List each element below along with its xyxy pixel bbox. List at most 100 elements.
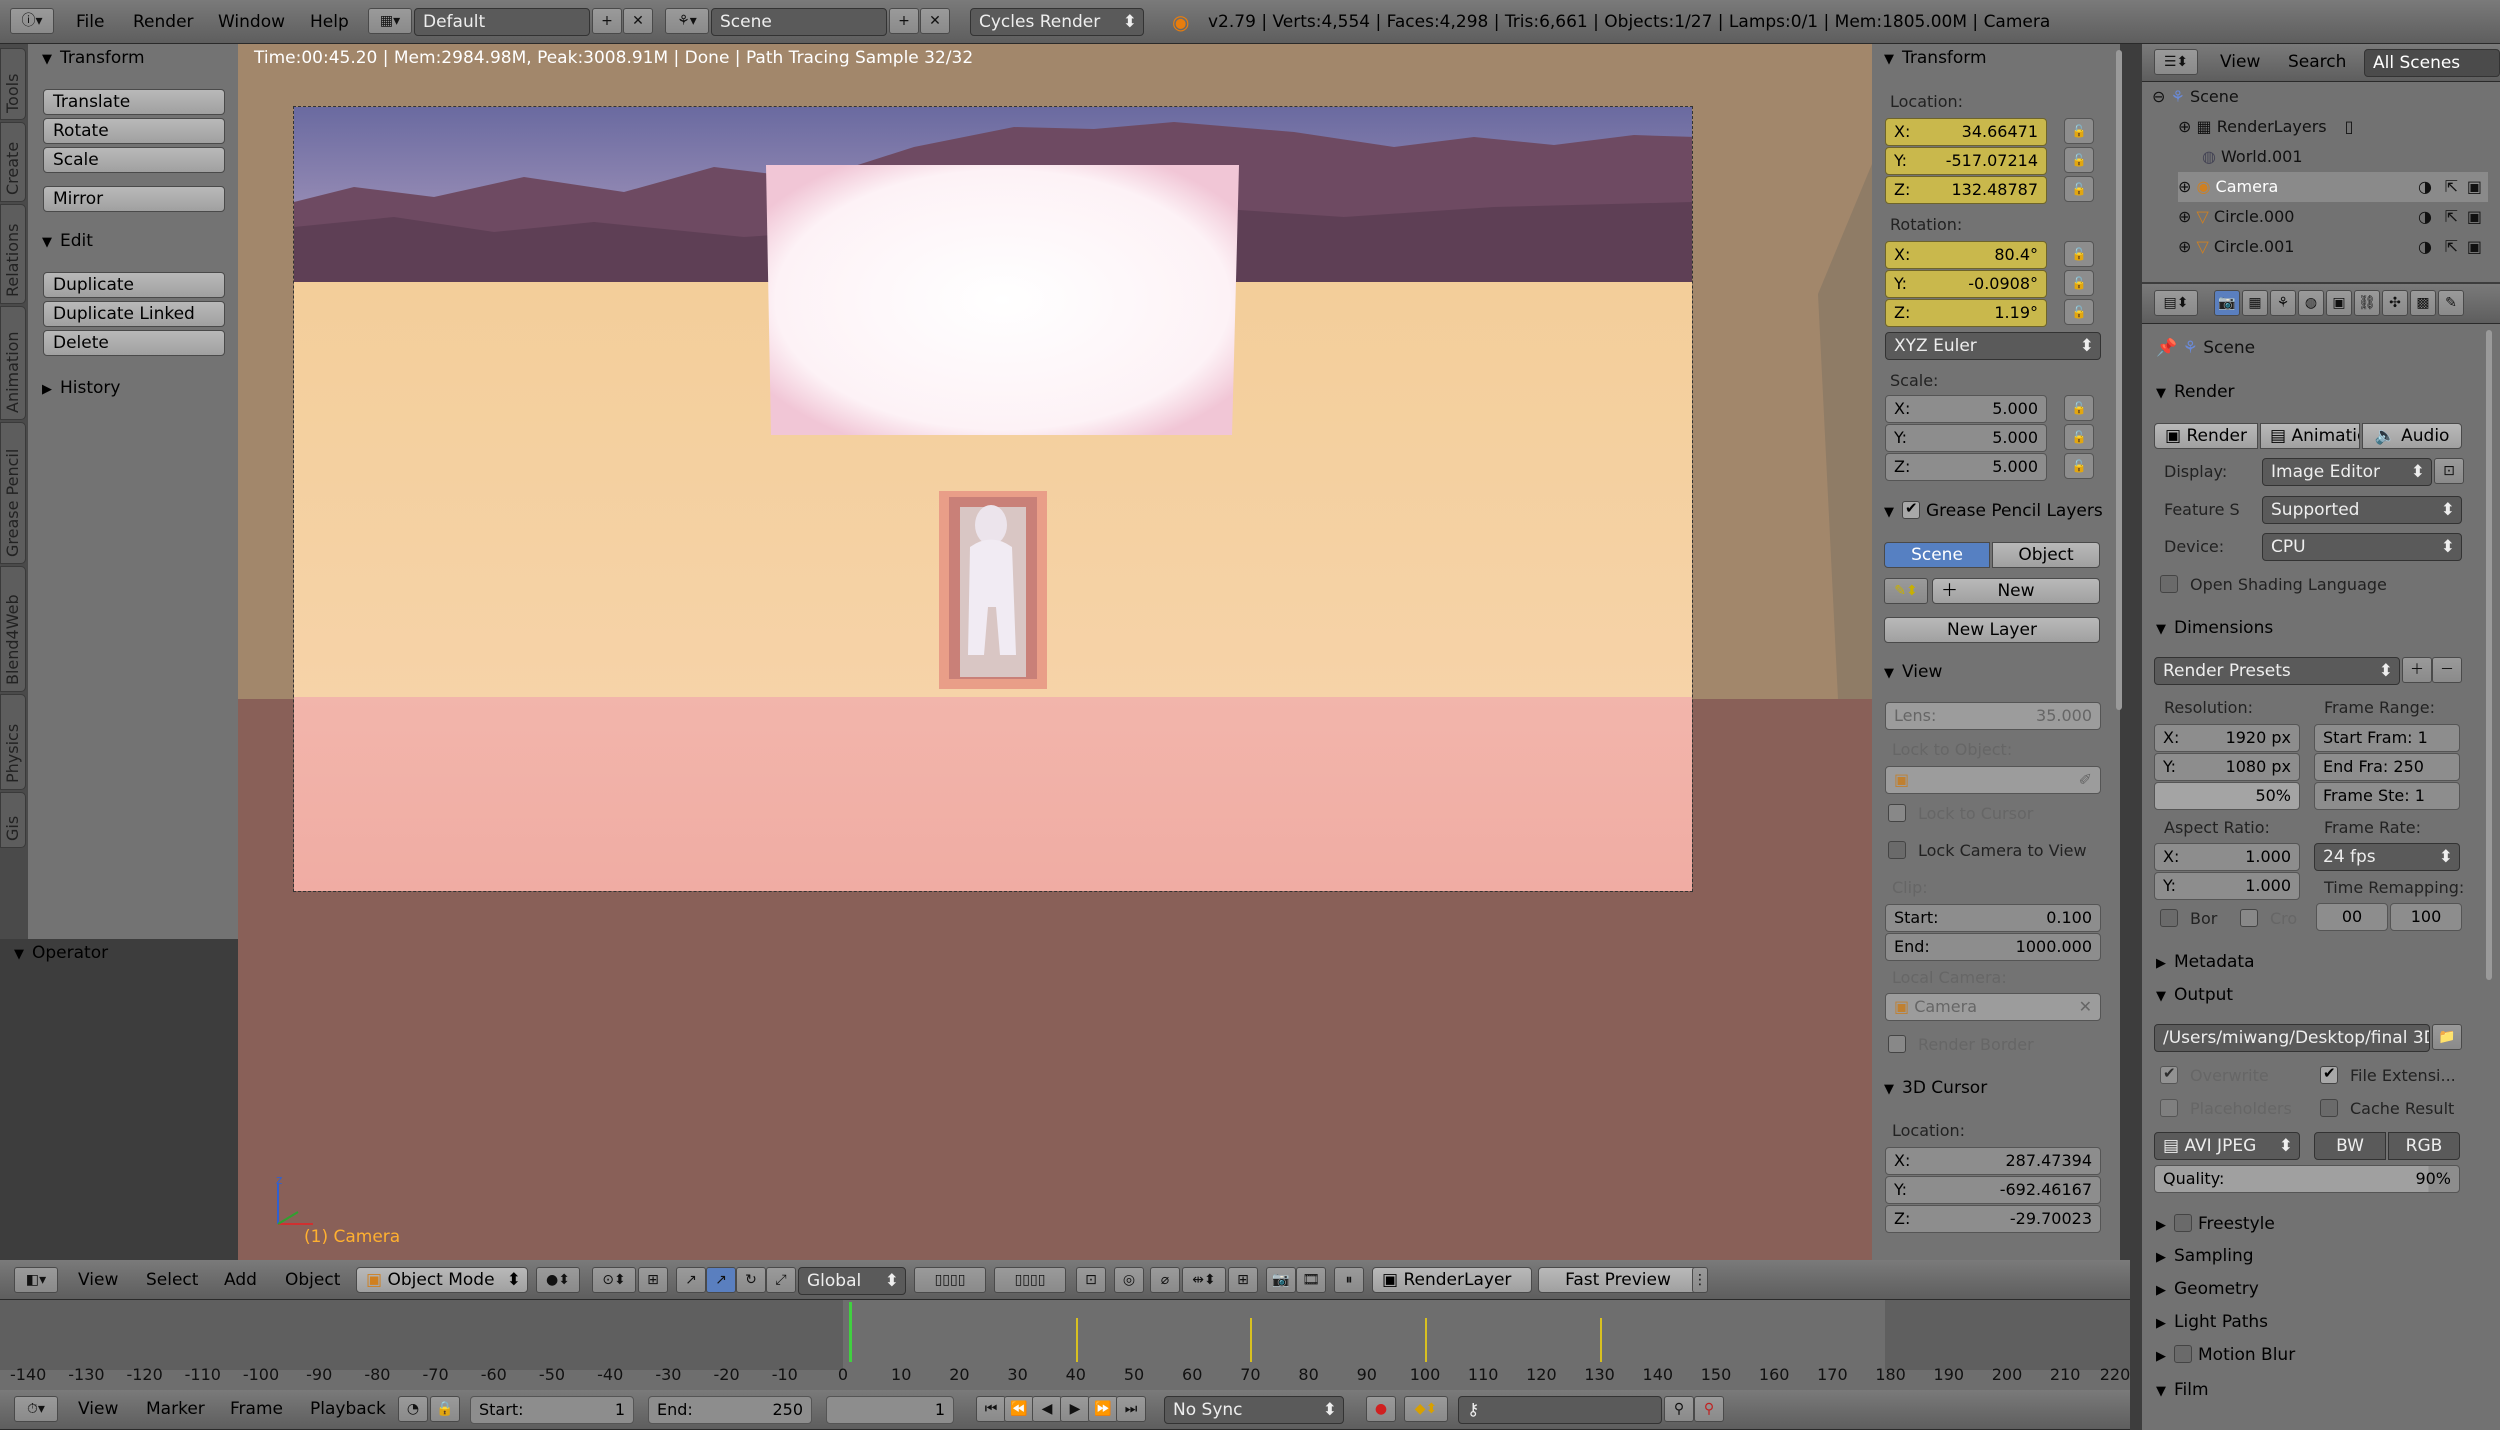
motion-blur-checkbox[interactable] bbox=[2174, 1345, 2192, 1363]
render-layer-field[interactable]: ▣ RenderLayer bbox=[1372, 1267, 1532, 1293]
aspect-y-field[interactable]: Y: 1.000 bbox=[2154, 872, 2300, 900]
animation-button[interactable]: ▤ Animation bbox=[2260, 423, 2360, 449]
display-options-icon[interactable]: ⊡ bbox=[2434, 458, 2464, 484]
constraints-tab-icon[interactable]: ⛓ bbox=[2354, 290, 2380, 316]
play-reverse-icon[interactable]: ◀ bbox=[1032, 1396, 1062, 1422]
tab-physics[interactable]: Physics bbox=[0, 694, 26, 790]
tab-blend4web[interactable]: Blend4Web bbox=[0, 566, 26, 692]
freestyle-panel-header[interactable]: ▶ Freestyle bbox=[2156, 1214, 2275, 1234]
cursor-y-field[interactable]: Y: -692.46167 bbox=[1885, 1176, 2101, 1204]
insert-key-icon[interactable]: ⚲ bbox=[1664, 1396, 1694, 1422]
outliner-row-circle001[interactable]: ⊕ ▽ Circle.001 ◑ ⇱ ▣ bbox=[2178, 232, 2488, 262]
timeline-menu-marker[interactable]: Marker bbox=[146, 1395, 205, 1423]
translate-button[interactable]: Translate bbox=[43, 89, 225, 115]
manipulator-icon[interactable]: ⊞ bbox=[638, 1267, 668, 1293]
cursor-panel-header[interactable]: ▼ 3D Cursor bbox=[1884, 1078, 1987, 1098]
film-panel-header[interactable]: ▼ Film bbox=[2156, 1380, 2209, 1400]
pin-icon[interactable]: 📌 bbox=[2156, 338, 2183, 358]
rotation-y-field[interactable]: Y: -0.0908° bbox=[1885, 270, 2047, 298]
editor-type-icon[interactable]: ◧▾ bbox=[14, 1267, 58, 1293]
border-checkbox[interactable] bbox=[2160, 909, 2178, 927]
timeline-menu-playback[interactable]: Playback bbox=[310, 1395, 386, 1423]
next-keyframe-icon[interactable]: ⏩ bbox=[1088, 1396, 1118, 1422]
timeline-menu-view[interactable]: View bbox=[78, 1395, 118, 1423]
properties-editor-icon[interactable]: ▤⬍ bbox=[2154, 290, 2198, 316]
delete-key-icon[interactable]: ⚲ bbox=[1694, 1396, 1724, 1422]
gp-scene-tab[interactable]: Scene bbox=[1884, 542, 1990, 568]
dimensions-panel-header[interactable]: ▼ Dimensions bbox=[2156, 618, 2273, 638]
scale-z-field[interactable]: Z: 5.000 bbox=[1885, 453, 2047, 481]
outliner-row-circle000[interactable]: ⊕ ▽ Circle.000 ◑ ⇱ ▣ bbox=[2178, 202, 2488, 232]
light-paths-panel-header[interactable]: ▶ Light Paths bbox=[2156, 1312, 2268, 1332]
outliner-row-camera[interactable]: ⊕ ◉ Camera ◑ ⇱ ▣ bbox=[2178, 172, 2488, 202]
bw-button[interactable]: BW bbox=[2314, 1132, 2386, 1160]
shading-select-icon[interactable]: ●⬍ bbox=[536, 1267, 580, 1293]
lock-layers-icon[interactable]: ⊡ bbox=[1076, 1267, 1106, 1293]
current-frame-indicator[interactable] bbox=[848, 1302, 852, 1362]
layout-icon[interactable]: ▦▾ bbox=[368, 8, 412, 34]
file-extension-checkbox[interactable] bbox=[2320, 1064, 2338, 1084]
outliner-row-scene[interactable]: ⊖ ⚘ Scene bbox=[2152, 82, 2482, 112]
crop-checkbox[interactable] bbox=[2240, 909, 2258, 927]
end-frame-field[interactable]: End Fra: 250 bbox=[2314, 753, 2460, 781]
duplicate-button[interactable]: Duplicate bbox=[43, 272, 225, 298]
history-panel-header[interactable]: ▶ History bbox=[42, 378, 120, 398]
lens-field[interactable]: Lens: 35.000 bbox=[1885, 702, 2101, 730]
frame-step-field[interactable]: Frame Ste: 1 bbox=[2314, 782, 2460, 810]
menu-help[interactable]: Help bbox=[310, 8, 349, 36]
edit-panel-header[interactable]: ▼ Edit bbox=[42, 231, 93, 251]
translate-gizmo-icon[interactable]: ↗ bbox=[676, 1267, 706, 1293]
metadata-panel-header[interactable]: ▶ Metadata bbox=[2156, 952, 2255, 972]
rotation-x-field[interactable]: X: 80.4° bbox=[1885, 241, 2047, 269]
res-y-field[interactable]: Y: 1080 px bbox=[2154, 753, 2300, 781]
tab-gis[interactable]: Gis bbox=[0, 792, 26, 848]
tab-relations[interactable]: Relations bbox=[0, 204, 26, 304]
preview-range-icon[interactable]: ◔ bbox=[398, 1396, 428, 1422]
res-x-field[interactable]: X: 1920 px bbox=[2154, 724, 2300, 752]
pause-icon[interactable]: ⏸ bbox=[1334, 1267, 1364, 1293]
layout-add-icon[interactable]: + bbox=[592, 8, 622, 34]
osl-checkbox[interactable] bbox=[2160, 575, 2178, 593]
n-panel-scrollbar[interactable] bbox=[2116, 50, 2122, 710]
layers-grid-2-icon[interactable]: ▯▯▯▯ bbox=[994, 1267, 1066, 1293]
rotation-mode-select[interactable]: XYZ Euler ⬍ bbox=[1885, 332, 2101, 360]
keyframe-marker[interactable] bbox=[1425, 1318, 1427, 1362]
location-z-field[interactable]: Z: 132.48787 bbox=[1885, 176, 2047, 204]
menu-render[interactable]: Render bbox=[133, 8, 194, 36]
keying-set-field[interactable]: ⚷ bbox=[1458, 1396, 1662, 1424]
viewport-menu-object[interactable]: Object bbox=[285, 1266, 340, 1294]
layout-field[interactable]: Default bbox=[414, 8, 590, 36]
prev-keyframe-icon[interactable]: ⏪ bbox=[1004, 1396, 1034, 1422]
folder-icon[interactable]: 📁 bbox=[2432, 1024, 2462, 1050]
lock-icon[interactable]: 🔓 bbox=[2064, 118, 2094, 144]
rotation-z-field[interactable]: Z: 1.19° bbox=[1885, 299, 2047, 327]
display-select[interactable]: Image Editor ⬍ bbox=[2262, 458, 2432, 486]
file-format-select[interactable]: ▤ AVI JPEG ⬍ bbox=[2154, 1132, 2300, 1160]
snap-element-icon[interactable]: ⇹⬍ bbox=[1182, 1267, 1226, 1293]
render-layers-tab-icon[interactable]: ▦ bbox=[2242, 290, 2268, 316]
view-panel-header[interactable]: ▼ View bbox=[1884, 662, 1942, 682]
clip-end-field[interactable]: End: 1000.000 bbox=[1885, 933, 2101, 961]
render-button[interactable]: ▣ Render bbox=[2154, 423, 2258, 449]
device-select[interactable]: CPU ⬍ bbox=[2262, 533, 2462, 561]
render-tab-icon[interactable]: 📷 bbox=[2214, 290, 2240, 316]
scene-tab-icon[interactable]: ⚘ bbox=[2270, 290, 2296, 316]
render-engine-select[interactable]: Cycles Render ⬍ bbox=[970, 8, 1144, 36]
viewport-menu-add[interactable]: Add bbox=[224, 1266, 257, 1294]
duplicate-linked-button[interactable]: Duplicate Linked bbox=[43, 301, 225, 327]
outliner-menu-view[interactable]: View bbox=[2220, 48, 2260, 76]
location-x-field[interactable]: X: 34.66471 bbox=[1885, 118, 2047, 146]
viewport-menu-view[interactable]: View bbox=[78, 1266, 118, 1294]
tab-animation[interactable]: Animation bbox=[0, 306, 26, 420]
frame-rate-select[interactable]: 24 fps ⬍ bbox=[2314, 843, 2460, 871]
object-mode-select[interactable]: ▣ Object Mode ⬍ bbox=[356, 1267, 528, 1293]
quality-slider[interactable]: Quality: 90% bbox=[2154, 1165, 2460, 1193]
scale-y-field[interactable]: Y: 5.000 bbox=[1885, 424, 2047, 452]
lock-icon[interactable]: 🔓 bbox=[2064, 299, 2094, 325]
object-tab-icon[interactable]: ▣ bbox=[2326, 290, 2352, 316]
drag-handle-icon[interactable]: ⋮ bbox=[1692, 1267, 1708, 1293]
audio-button[interactable]: 🔈 Audio bbox=[2362, 423, 2462, 449]
transform-panel-header[interactable]: ▼ Transform bbox=[42, 48, 145, 68]
output-path-field[interactable]: /Users/miwang/Desktop/final 3D/ bbox=[2154, 1024, 2430, 1052]
scene-icon[interactable]: ⚘▾ bbox=[665, 8, 709, 34]
